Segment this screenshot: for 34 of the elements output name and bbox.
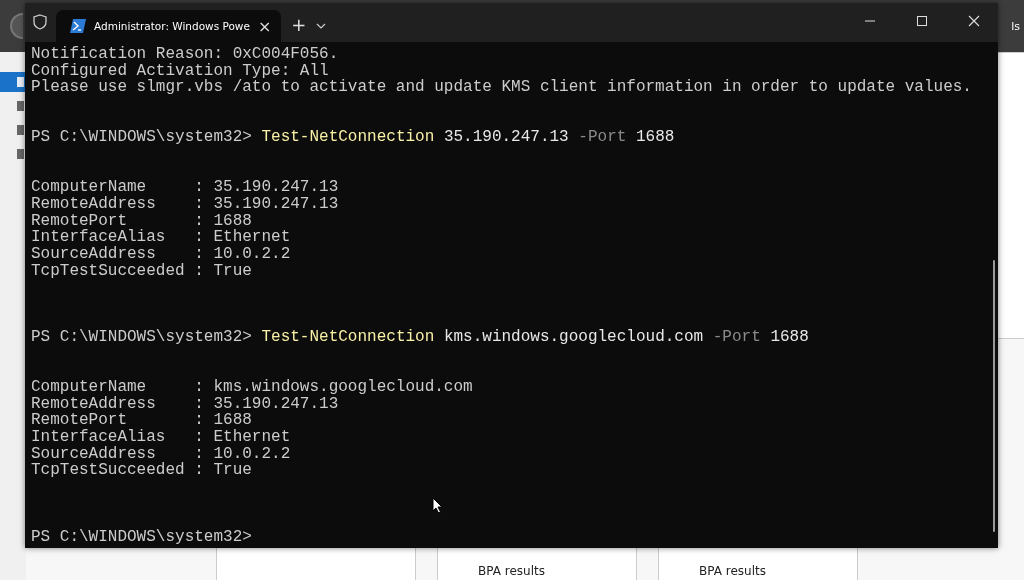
- command-line: PS C:\WINDOWS\system32>: [31, 529, 253, 546]
- output-line: RemoteAddress : 35.190.247.13: [31, 395, 340, 413]
- output-line: SourceAddress : 10.0.2.2: [31, 245, 292, 263]
- tab-title: Administrator: Windows Powe: [94, 20, 250, 32]
- output-line: RemotePort : 1688: [31, 412, 252, 430]
- terminal-tab[interactable]: Administrator: Windows Powe ×: [56, 10, 282, 42]
- sidebar-item[interactable]: [0, 72, 26, 92]
- scrollbar[interactable]: [993, 260, 995, 532]
- output-line: TcpTestSucceeded : True: [31, 262, 253, 280]
- output-line: TcpTestSucceeded : True: [31, 462, 253, 480]
- command-line: PS C:\WINDOWS\system32> Test-NetConnection 35.190.247.13 -Port 1688: [31, 129, 676, 146]
- card-link[interactable]: BPA results: [478, 564, 545, 578]
- back-button[interactable]: [10, 13, 23, 39]
- shield-icon: [33, 14, 47, 30]
- header-text: ls: [1011, 19, 1020, 33]
- output-line: ComputerName : kms.windows.googlecloud.com: [31, 379, 474, 396]
- mouse-cursor-icon: [432, 497, 443, 514]
- output-line: RemoteAddress : 35.190.247.13: [31, 195, 340, 213]
- card-link[interactable]: BPA results: [699, 564, 766, 578]
- powershell-icon: [70, 19, 86, 33]
- output-line: SourceAddress : 10.0.2.2: [31, 445, 292, 463]
- output-line: Notification Reason: 0xC004F056.: [31, 46, 340, 63]
- close-icon[interactable]: [968, 15, 980, 27]
- output-line: ComputerName : 35.190.247.13: [31, 179, 340, 196]
- output-line: Please use slmgr.vbs /ato to activate and update KMS client information in order to update values.: [31, 79, 973, 96]
- output-line: Configured Activation Type: All: [31, 62, 329, 80]
- command-line: PS C:\WINDOWS\system32> Test-NetConnection kms.windows.googlecloud.com -Port 1688: [31, 329, 810, 346]
- output-line: InterfaceAlias : Ethernet: [31, 229, 292, 246]
- output-line: InterfaceAlias : Ethernet: [31, 429, 292, 446]
- close-tab-button[interactable]: ×: [257, 16, 272, 36]
- new-tab-button[interactable]: +: [291, 14, 307, 35]
- maximize-icon[interactable]: [916, 15, 928, 27]
- output-line: RemotePort : 1688: [31, 212, 252, 230]
- dropdown-icon[interactable]: [316, 23, 327, 29]
